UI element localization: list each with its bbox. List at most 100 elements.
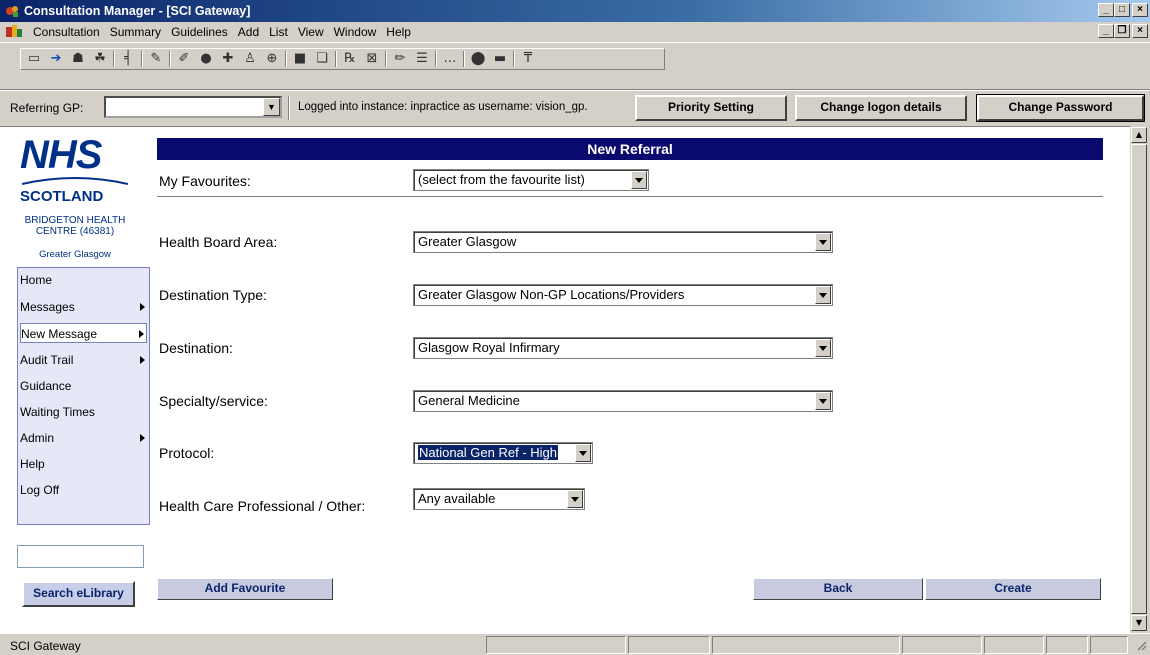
people-icon[interactable]: ☗ bbox=[69, 50, 87, 68]
change-logon-button[interactable]: Change logon details bbox=[795, 95, 967, 121]
app-icon bbox=[6, 6, 18, 17]
menu-summary[interactable]: Summary bbox=[105, 25, 166, 39]
chart-icon[interactable]: ╡ bbox=[119, 50, 137, 68]
practice-name: BRIDGETON HEALTH CENTRE (46381) bbox=[24, 215, 126, 237]
scroll-up-icon[interactable]: ▲ bbox=[1131, 127, 1147, 143]
nav-item-help[interactable]: Help bbox=[20, 454, 147, 474]
nav-item-admin[interactable]: Admin bbox=[20, 428, 147, 448]
chevron-down-icon[interactable] bbox=[575, 444, 591, 462]
more-icon[interactable]: … bbox=[441, 50, 459, 68]
nav-item-label: Log Off bbox=[20, 483, 60, 497]
menu-consultation[interactable]: Consultation bbox=[28, 25, 105, 39]
menu-help[interactable]: Help bbox=[381, 25, 416, 39]
form-icon[interactable]: ☰ bbox=[413, 50, 431, 68]
nav-item-messages[interactable]: Messages bbox=[20, 297, 147, 317]
chevron-right-icon bbox=[139, 330, 144, 338]
maximize-button[interactable]: □ bbox=[1114, 3, 1130, 17]
search-elibrary-button[interactable]: Search eLibrary bbox=[22, 581, 135, 607]
mdi-close-button[interactable]: × bbox=[1132, 24, 1148, 38]
nav-item-home[interactable]: Home bbox=[20, 270, 147, 290]
elibrary-search-input[interactable] bbox=[17, 545, 144, 568]
sidebar: NHS SCOTLAND BRIDGETON HEALTH CENTRE (46… bbox=[0, 127, 150, 634]
back-button[interactable]: Back bbox=[753, 578, 923, 600]
keyboard-icon[interactable]: ▬ bbox=[491, 50, 509, 68]
note-icon[interactable]: ✐ bbox=[175, 50, 193, 68]
mdi-restore-button[interactable]: ❐ bbox=[1114, 24, 1130, 38]
specialty-label: Specialty/service: bbox=[159, 393, 268, 409]
destination-select[interactable]: Glasgow Royal Infirmary bbox=[413, 337, 833, 359]
copy-icon[interactable]: ❏ bbox=[313, 50, 331, 68]
favourites-label: My Favourites: bbox=[159, 173, 251, 189]
group-icon[interactable]: ☘ bbox=[91, 50, 109, 68]
push-pin-icon[interactable]: ₸ bbox=[519, 50, 537, 68]
favourites-select[interactable]: (select from the favourite list) bbox=[413, 169, 649, 191]
chevron-down-icon[interactable]: ▼ bbox=[263, 98, 280, 116]
nav-item-label: Audit Trail bbox=[20, 353, 74, 367]
menu-guidelines[interactable]: Guidelines bbox=[166, 25, 233, 39]
nav-item-label: Messages bbox=[20, 300, 75, 314]
protocol-select[interactable]: National Gen Ref - High bbox=[413, 442, 593, 464]
nav-item-label: Home bbox=[20, 273, 53, 287]
nav-item-waiting-times[interactable]: Waiting Times bbox=[20, 402, 147, 422]
health-board-select[interactable]: Greater Glasgow bbox=[413, 231, 833, 253]
specialty-select[interactable]: General Medicine bbox=[413, 390, 833, 412]
divider bbox=[157, 196, 1103, 198]
hcp-label: Health Care Professional / Other: bbox=[159, 498, 366, 514]
chevron-down-icon[interactable] bbox=[631, 171, 647, 189]
edit-icon[interactable]: ✏ bbox=[391, 50, 409, 68]
nav-item-label: New Message bbox=[21, 327, 98, 341]
nav-item-audit-trail[interactable]: Audit Trail bbox=[20, 350, 147, 370]
resize-grip-icon[interactable] bbox=[1135, 639, 1147, 651]
vertical-scrollbar[interactable]: ▲ ▼ bbox=[1130, 126, 1148, 633]
mdi-minimize-button[interactable]: _ bbox=[1098, 24, 1114, 38]
destination-label: Destination: bbox=[159, 340, 233, 356]
referring-gp-select[interactable]: ▼ bbox=[104, 96, 282, 118]
scroll-down-icon[interactable]: ▼ bbox=[1131, 615, 1147, 631]
chevron-down-icon[interactable] bbox=[567, 490, 583, 508]
report-icon[interactable]: ⊠ bbox=[363, 50, 381, 68]
prescription-icon[interactable]: ℞ bbox=[341, 50, 359, 68]
chevron-down-icon[interactable] bbox=[815, 392, 831, 410]
nav-item-label: Help bbox=[20, 457, 45, 471]
chevron-down-icon[interactable] bbox=[815, 233, 831, 251]
destination-type-select[interactable]: Greater Glasgow Non-GP Locations/Provide… bbox=[413, 284, 833, 306]
chevron-down-icon[interactable] bbox=[815, 339, 831, 357]
menu-list[interactable]: List bbox=[264, 25, 293, 39]
hcp-select[interactable]: Any available bbox=[413, 488, 585, 510]
nav-item-label: Guidance bbox=[20, 379, 72, 393]
pen-icon[interactable]: ✎ bbox=[147, 50, 165, 68]
main-content: NHS SCOTLAND BRIDGETON HEALTH CENTRE (46… bbox=[0, 126, 1130, 633]
change-password-button[interactable]: Change Password bbox=[977, 95, 1144, 121]
menu-add[interactable]: Add bbox=[233, 25, 264, 39]
title-bar: Consultation Manager - [SCI Gateway] _ □… bbox=[0, 0, 1150, 22]
nav-item-label: Admin bbox=[20, 431, 55, 445]
scroll-thumb[interactable] bbox=[1131, 144, 1147, 614]
menu-view[interactable]: View bbox=[293, 25, 329, 39]
create-button[interactable]: Create bbox=[925, 578, 1101, 600]
nav-item-new-message[interactable]: New Message bbox=[20, 323, 147, 343]
syringe-icon[interactable]: ✚ bbox=[219, 50, 237, 68]
practice-area: Greater Glasgow bbox=[39, 249, 111, 260]
chevron-right-icon bbox=[140, 303, 145, 311]
add-favourite-button[interactable]: Add Favourite bbox=[157, 578, 333, 600]
nav-item-log-off[interactable]: Log Off bbox=[20, 480, 147, 500]
nav-item-guidance[interactable]: Guidance bbox=[20, 376, 147, 396]
circle-icon[interactable]: ⬤ bbox=[469, 50, 487, 68]
form-title: New Referral bbox=[157, 138, 1103, 160]
person-arrow-icon[interactable]: ➜ bbox=[47, 50, 65, 68]
window-title: Consultation Manager - [SCI Gateway] bbox=[24, 4, 251, 18]
status-text: SCI Gateway bbox=[10, 639, 81, 653]
priority-setting-button[interactable]: Priority Setting bbox=[635, 95, 787, 121]
nhs-scotland-logo: NHS SCOTLAND bbox=[16, 135, 134, 205]
destination-type-label: Destination Type: bbox=[159, 287, 267, 303]
menu-window[interactable]: Window bbox=[329, 25, 382, 39]
minimize-button[interactable]: _ bbox=[1098, 3, 1114, 17]
figure-icon[interactable]: ♙ bbox=[241, 50, 259, 68]
record-icon[interactable]: ■ bbox=[291, 50, 309, 68]
apple-icon[interactable]: ● bbox=[197, 50, 215, 68]
chevron-down-icon[interactable] bbox=[815, 286, 831, 304]
screen-icon[interactable]: ▭ bbox=[25, 50, 43, 68]
close-button[interactable]: × bbox=[1132, 3, 1148, 17]
stethoscope-icon[interactable]: ⊕ bbox=[263, 50, 281, 68]
toolbar: ▭ ➜ ☗ ☘ ╡ ✎ ✐ ● ✚ ♙ ⊕ ■ ❏ ℞ ⊠ ✏ ☰ … ⬤ ▬ … bbox=[0, 42, 1150, 90]
